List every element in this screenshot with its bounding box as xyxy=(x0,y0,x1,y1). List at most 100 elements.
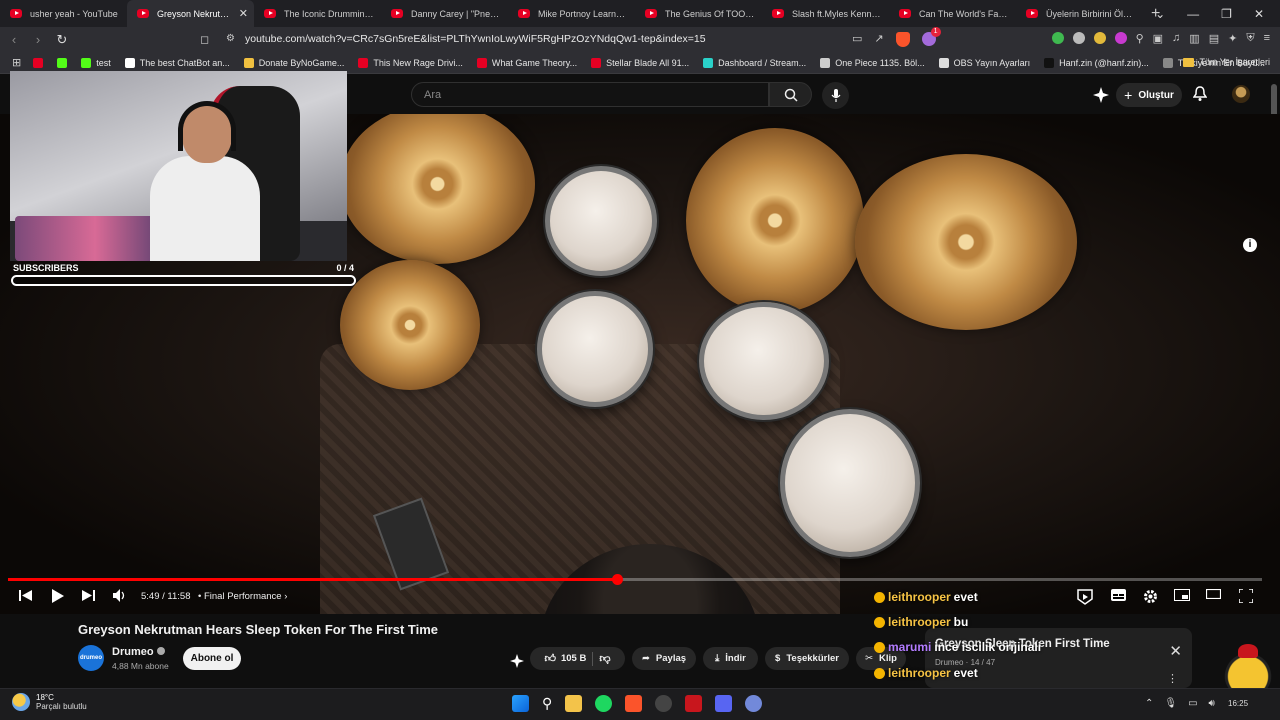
autoplay-toggle-icon[interactable] xyxy=(1076,589,1094,605)
voice-search-button[interactable] xyxy=(822,82,849,109)
previous-icon[interactable] xyxy=(19,589,32,602)
menu-icon[interactable]: ≡ xyxy=(1264,32,1270,45)
cast-icon[interactable]: ▭ xyxy=(852,32,862,47)
media-icon[interactable]: ♫ xyxy=(1172,32,1180,45)
channel-avatar[interactable]: drumeo xyxy=(78,645,104,671)
bookmark-icon[interactable]: ◻ xyxy=(200,33,209,46)
share-button[interactable]: ➦ Paylaş xyxy=(632,647,696,670)
bookmark-item[interactable]: Donate ByNoGame... xyxy=(243,57,344,68)
browser-tab[interactable]: Greyson Nekrutman H ✕ xyxy=(127,0,254,27)
leo-ai-icon[interactable]: ✦ xyxy=(1228,32,1237,45)
weather-icon xyxy=(12,693,30,711)
thanks-button[interactable]: $ Teşekkürler xyxy=(765,647,849,670)
stream-app-icon[interactable] xyxy=(685,695,703,712)
channel-name[interactable]: Drumeo xyxy=(112,646,165,658)
brave-browser-icon[interactable] xyxy=(625,695,643,712)
weather-widget[interactable]: 18°C Parçalı bulutlu xyxy=(12,693,87,711)
miniplayer-icon[interactable] xyxy=(1174,589,1190,601)
bookmark-item[interactable]: The best ChatBot an... xyxy=(124,57,230,68)
notifications-bell-icon[interactable] xyxy=(1193,86,1207,102)
brave-rewards-icon[interactable] xyxy=(921,27,941,46)
more-options-icon[interactable]: ⋮ xyxy=(1167,672,1178,685)
bookmark-item[interactable]: What Game Theory... xyxy=(476,57,577,68)
bookmark-item[interactable]: Dashboard / Stream... xyxy=(703,57,806,68)
browser-tab[interactable]: Danny Carey | "Pneuma" b xyxy=(381,0,508,27)
screenshot-icon[interactable]: ▣ xyxy=(1153,32,1163,45)
share-icon[interactable]: ↗ xyxy=(874,32,883,47)
chapter-title[interactable]: • Final Performance › xyxy=(198,591,287,602)
volume-icon[interactable] xyxy=(113,589,128,602)
theater-mode-icon[interactable] xyxy=(1206,589,1221,599)
browser-tab[interactable]: Can The World's Fastest D xyxy=(889,0,1016,27)
ask-sparkle-icon[interactable] xyxy=(510,654,524,668)
next-icon[interactable] xyxy=(82,589,95,602)
sidebar-icon[interactable]: ▥ xyxy=(1189,32,1199,45)
taskbar-search-icon[interactable]: ⚲ xyxy=(542,695,552,712)
maximize-button[interactable]: ❐ xyxy=(1221,7,1232,21)
apps-grid-icon[interactable]: ⊞ xyxy=(12,56,21,69)
speaker-icon[interactable]: 🔊︎ xyxy=(1209,698,1215,709)
browser-tab[interactable]: Mike Portnoy Learns Impo xyxy=(508,0,635,27)
dislike-button[interactable]: 👎︎ xyxy=(599,652,610,665)
reload-button[interactable]: ↻ xyxy=(52,32,72,48)
extension-shield-icon[interactable] xyxy=(1051,32,1064,44)
bookmark-item[interactable] xyxy=(57,57,68,68)
play-icon[interactable] xyxy=(51,589,64,603)
bookmark-item[interactable]: OBS Yayın Ayarları xyxy=(938,57,1030,68)
extension-pen-icon[interactable] xyxy=(1093,32,1106,44)
network-icon[interactable]: ▭ xyxy=(1188,698,1197,709)
all-bookmarks[interactable]: Tüm Yer İşaretleri xyxy=(1183,57,1270,67)
discord-icon[interactable] xyxy=(715,695,733,712)
browser-tab[interactable]: Üyelerin Birbirini Öldürdü xyxy=(1016,0,1143,27)
wallet-icon[interactable]: ▤ xyxy=(1209,32,1219,45)
bookmark-item[interactable]: This New Rage Drivi... xyxy=(358,57,463,68)
search-input[interactable]: Ara xyxy=(411,82,769,107)
browser-tab[interactable]: usher yeah - YouTube xyxy=(0,0,127,27)
download-button[interactable]: ⤓ İndir xyxy=(703,647,758,670)
verified-icon xyxy=(156,647,165,655)
browser-tab[interactable]: The Iconic Drumming Beh xyxy=(254,0,381,27)
file-explorer-icon[interactable] xyxy=(565,695,583,712)
bookmark-item[interactable] xyxy=(33,57,44,68)
browser-tab[interactable]: The Genius Of TOOL's "Pn xyxy=(635,0,762,27)
extensions-icon[interactable]: ⚲ xyxy=(1136,32,1144,45)
create-button[interactable]: + Oluştur xyxy=(1116,83,1182,107)
obs-icon[interactable] xyxy=(655,695,673,712)
bookmark-favicon-icon xyxy=(476,57,487,68)
bookmark-favicon-icon xyxy=(820,57,831,68)
tab-search-icon[interactable]: ⌄ xyxy=(1155,7,1165,21)
extension-guard-icon[interactable] xyxy=(1072,32,1085,44)
spotify-icon[interactable] xyxy=(595,695,613,712)
extension-purple-icon[interactable] xyxy=(1114,32,1127,44)
info-icon[interactable]: i xyxy=(1243,238,1257,252)
tab-close-icon[interactable]: ✕ xyxy=(239,7,248,20)
tray-expand-icon[interactable]: ⌃ xyxy=(1145,698,1153,709)
close-window-button[interactable]: ✕ xyxy=(1254,7,1264,21)
settings-gear-icon[interactable] xyxy=(1143,589,1158,604)
bookmark-item[interactable]: Hanf.zin (@hanf.zin)... xyxy=(1044,57,1149,68)
clock[interactable]: 16:25 xyxy=(1228,699,1248,708)
fullscreen-icon[interactable] xyxy=(1239,589,1253,603)
browser-tab[interactable]: Slash ft.Myles Kennedy & xyxy=(762,0,889,27)
subtitles-icon[interactable] xyxy=(1111,589,1126,601)
bookmark-item[interactable]: test xyxy=(81,57,111,68)
brave-shields-icon[interactable] xyxy=(895,32,910,47)
bookmark-item[interactable]: One Piece 1135. Böl... xyxy=(820,57,925,68)
subscribe-button[interactable]: Abone ol xyxy=(183,647,241,670)
discord-ptb-icon[interactable] xyxy=(745,695,763,712)
vpn-icon[interactable]: ⛨ xyxy=(1246,32,1254,45)
url-field[interactable]: youtube.com/watch?v=CRc7sGn5reE&list=PLT… xyxy=(245,33,706,45)
minimize-button[interactable]: — xyxy=(1187,7,1199,21)
forward-button[interactable]: › xyxy=(28,32,48,47)
like-button[interactable]: 👍︎ 105 B xyxy=(544,652,586,665)
bookmark-item[interactable]: Stellar Blade All 91... xyxy=(591,57,689,68)
back-button[interactable]: ‹ xyxy=(4,32,24,47)
site-info-icon[interactable]: ⚙ xyxy=(226,33,235,44)
tray-mic-icon[interactable]: 🎙︎ xyxy=(1164,698,1177,709)
close-icon[interactable]: ✕ xyxy=(1169,642,1182,660)
search-button[interactable] xyxy=(769,82,812,107)
gemini-sparkle-icon[interactable] xyxy=(1093,87,1109,103)
start-menu-icon[interactable] xyxy=(512,695,529,712)
video-progress-bar[interactable] xyxy=(8,574,1262,585)
account-avatar[interactable] xyxy=(1232,85,1250,103)
